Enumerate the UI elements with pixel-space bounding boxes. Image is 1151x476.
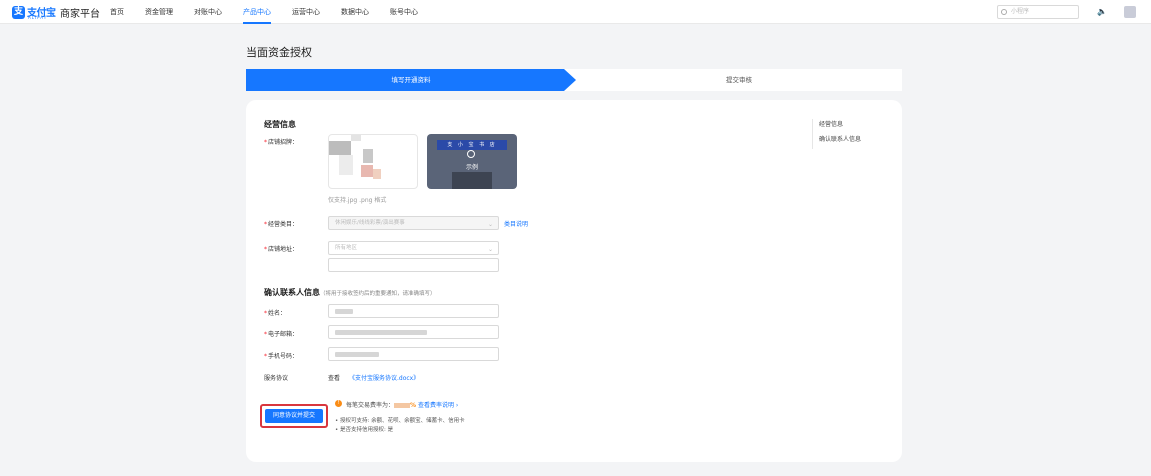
- alipay-logo-sub: ALIPAY: [28, 15, 48, 20]
- nav-home[interactable]: 首页: [110, 0, 124, 24]
- name-label: *姓名：: [264, 310, 287, 317]
- search-input[interactable]: 小程序: [997, 5, 1079, 19]
- address-region-select[interactable]: 所有地区 ⌄: [328, 241, 499, 255]
- shop-sign-upload[interactable]: [328, 134, 418, 189]
- category-select[interactable]: 休闲娱乐/线线彩票/演出赛事 ⌄: [328, 216, 499, 230]
- nav-funds[interactable]: 资金管理: [145, 0, 173, 24]
- phone-label: *手机号码：: [264, 353, 299, 360]
- zoom-icon: [467, 150, 475, 158]
- email-input[interactable]: [328, 325, 499, 339]
- nav-reconciliation[interactable]: 对账中心: [194, 0, 222, 24]
- agreement-doc-link[interactable]: 《支付宝服务协议.docx》: [349, 373, 419, 382]
- fee-bullet-1: • 授权可支持: 余额、花呗、余额宝、储蓄卡、信用卡: [335, 418, 465, 424]
- search-placeholder: 小程序: [1011, 8, 1030, 15]
- step-submit-review: 提交审核: [726, 76, 752, 84]
- format-hint: 仅支持.jpg .png 格式: [328, 197, 387, 204]
- address-placeholder: 所有地区: [335, 245, 358, 251]
- address-label: *店铺地址：: [264, 246, 299, 253]
- agreement-view-text: 查看: [328, 375, 341, 382]
- search-icon: [1001, 9, 1007, 15]
- step-bar: 填写开通资料 提交审核: [246, 69, 902, 91]
- address-detail-input[interactable]: [328, 258, 499, 272]
- phone-input[interactable]: [328, 347, 499, 361]
- example-sign: 支 小 宝 书 店: [437, 140, 507, 150]
- nav-data[interactable]: 数据中心: [341, 0, 369, 24]
- avatar[interactable]: [1124, 6, 1136, 18]
- example-door: [452, 172, 492, 189]
- agreement-label: 服务协议: [264, 375, 289, 382]
- fee-bullet-2: • 是否支持信用授权: 是: [335, 427, 394, 433]
- category-label: *经营类目：: [264, 221, 299, 228]
- example-label: 示例: [465, 164, 478, 171]
- platform-name: 商家平台: [60, 9, 100, 20]
- agree-submit-button[interactable]: 同意协议并提交: [265, 409, 323, 423]
- anchor-nav: 经营信息 确认联系人信息: [812, 119, 882, 149]
- nav-account[interactable]: 账号中心: [390, 0, 418, 24]
- section-title-business: 经营信息: [264, 120, 296, 129]
- fee-rate-text: 每笔交易费率为：% 查看费率说明 ›: [346, 402, 459, 409]
- alipay-logo-icon[interactable]: 支: [12, 6, 25, 19]
- info-icon: !: [335, 400, 342, 407]
- chevron-down-icon: ⌄: [487, 246, 493, 253]
- shop-sign-example-image[interactable]: 支 小 宝 书 店 示例: [427, 134, 517, 189]
- top-navbar: 支 支付宝 ALIPAY 商家平台 首页 资金管理 对账中心 产品中心 运营中心…: [0, 0, 1151, 24]
- name-input[interactable]: [328, 304, 499, 318]
- anchor-contact[interactable]: 确认联系人信息: [819, 134, 882, 143]
- category-value: 休闲娱乐/线线彩票/演出赛事: [335, 220, 405, 226]
- submit-highlight: 同意协议并提交: [260, 404, 328, 428]
- chevron-down-icon: ⌄: [487, 221, 493, 228]
- step-fill-info: 填写开通资料: [246, 69, 576, 91]
- nav-products[interactable]: 产品中心: [243, 0, 271, 24]
- nav-operations[interactable]: 运营中心: [292, 0, 320, 24]
- email-label: *电子邮箱：: [264, 331, 299, 338]
- section-title-contact: 确认联系人信息（将用于接收签约后的重要通知，请准确填写）: [264, 288, 436, 297]
- category-help-link[interactable]: 类目说明: [504, 219, 528, 228]
- speaker-icon[interactable]: 🔈: [1097, 7, 1107, 17]
- fee-rate-link[interactable]: 查看费率说明 ›: [418, 402, 458, 409]
- page-title: 当面资金授权: [246, 46, 312, 59]
- anchor-business[interactable]: 经营信息: [819, 119, 882, 128]
- shop-sign-label: *店铺招牌：: [264, 139, 299, 146]
- main-nav: 首页 资金管理 对账中心 产品中心 运营中心 数据中心 账号中心: [110, 0, 439, 24]
- contact-note: （将用于接收签约后的重要通知，请准确填写）: [320, 291, 436, 297]
